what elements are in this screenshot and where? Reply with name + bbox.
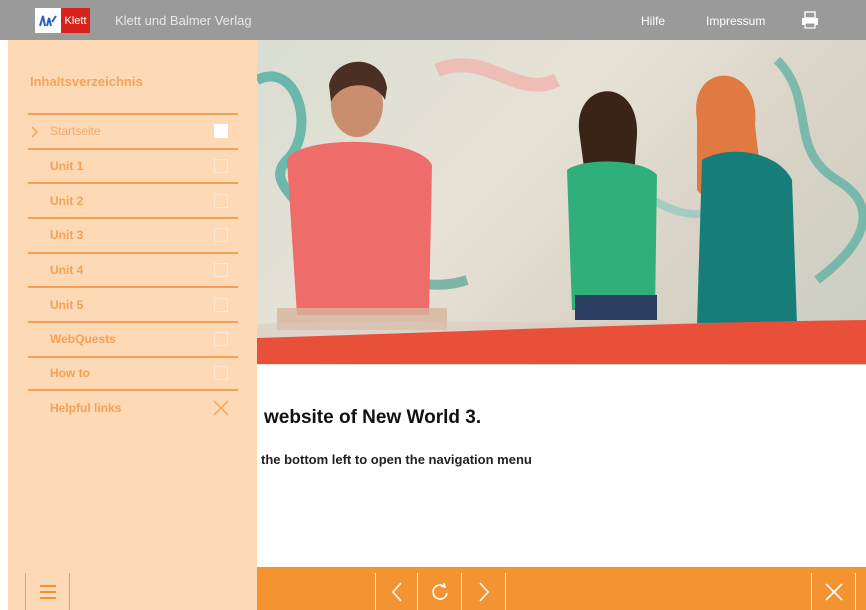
chevron-right-icon[interactable] — [462, 573, 505, 610]
sidebar-item-label: Unit 3 — [50, 228, 84, 243]
sidebar-menu: Startseite Unit 1 Unit 2 Unit 3 Unit 4 U… — [28, 113, 238, 425]
sidebar-item-checkbox[interactable] — [214, 193, 228, 208]
sidebar-item-label: Unit 1 — [50, 159, 84, 174]
sidebar-item-label: How to — [50, 366, 90, 381]
sidebar-item-label: Unit 4 — [50, 263, 84, 278]
klett-logo-mark-icon — [35, 8, 61, 33]
sidebar-item-unit-1[interactable]: Unit 1 — [28, 147, 238, 183]
publisher-name: Klett und Balmer Verlag — [115, 13, 252, 28]
sidebar-item-unit-5[interactable]: Unit 5 — [28, 286, 238, 321]
chevron-right-icon — [30, 125, 40, 138]
close-icon[interactable] — [213, 400, 229, 416]
sidebar-item-checkbox[interactable] — [214, 159, 228, 174]
divider — [505, 573, 506, 610]
sidebar-item-checkbox[interactable] — [214, 366, 228, 381]
sidebar-item-helpful-links[interactable]: Helpful links — [28, 391, 238, 426]
sidebar-item-unit-2[interactable]: Unit 2 — [28, 182, 238, 217]
logo-text: Klett — [61, 8, 90, 33]
sidebar-item-label: Unit 2 — [50, 193, 84, 208]
sidebar-item-checkbox[interactable] — [214, 297, 228, 312]
reload-icon[interactable] — [418, 573, 461, 610]
sidebar-item-unit-3[interactable]: Unit 3 — [28, 217, 238, 252]
sidebar-item-startseite[interactable]: Startseite — [28, 113, 238, 148]
sidebar-item-checkbox[interactable] — [214, 263, 228, 278]
sidebar-item-checkbox[interactable] — [214, 332, 228, 347]
hero-photo — [257, 40, 866, 365]
klett-logo[interactable]: Klett — [35, 8, 90, 33]
close-icon[interactable] — [812, 573, 855, 610]
instruction-text: the bottom left to open the navigation m… — [261, 452, 532, 467]
sidebar-item-label: WebQuests — [50, 332, 116, 347]
hero-illustration — [257, 56, 866, 330]
printer-icon[interactable] — [800, 11, 820, 29]
hamburger-menu-icon[interactable] — [26, 573, 69, 610]
divider — [69, 573, 70, 610]
divider — [855, 573, 856, 610]
sidebar-item-checkbox[interactable] — [214, 124, 228, 139]
welcome-headline: website of New World 3. — [264, 407, 482, 428]
sidebar-title: Inhaltsverzeichnis — [30, 74, 143, 89]
sidebar-item-how-to[interactable]: How to — [28, 355, 238, 391]
sidebar-item-label: Unit 5 — [50, 297, 84, 312]
help-link[interactable]: Hilfe — [641, 14, 665, 28]
imprint-link[interactable]: Impressum — [706, 14, 765, 28]
sidebar-item-webquests[interactable]: WebQuests — [28, 321, 238, 356]
sidebar-item-unit-4[interactable]: Unit 4 — [28, 251, 238, 287]
hero-red-band — [257, 318, 866, 366]
sidebar-item-checkbox[interactable] — [214, 228, 228, 243]
sidebar-item-label: Startseite — [50, 124, 101, 139]
chevron-left-icon[interactable] — [376, 573, 417, 610]
sidebar-item-label: Helpful links — [50, 400, 122, 415]
top-bar: Klett Klett und Balmer Verlag Hilfe Impr… — [0, 0, 866, 40]
bottom-toolbar — [257, 567, 866, 610]
